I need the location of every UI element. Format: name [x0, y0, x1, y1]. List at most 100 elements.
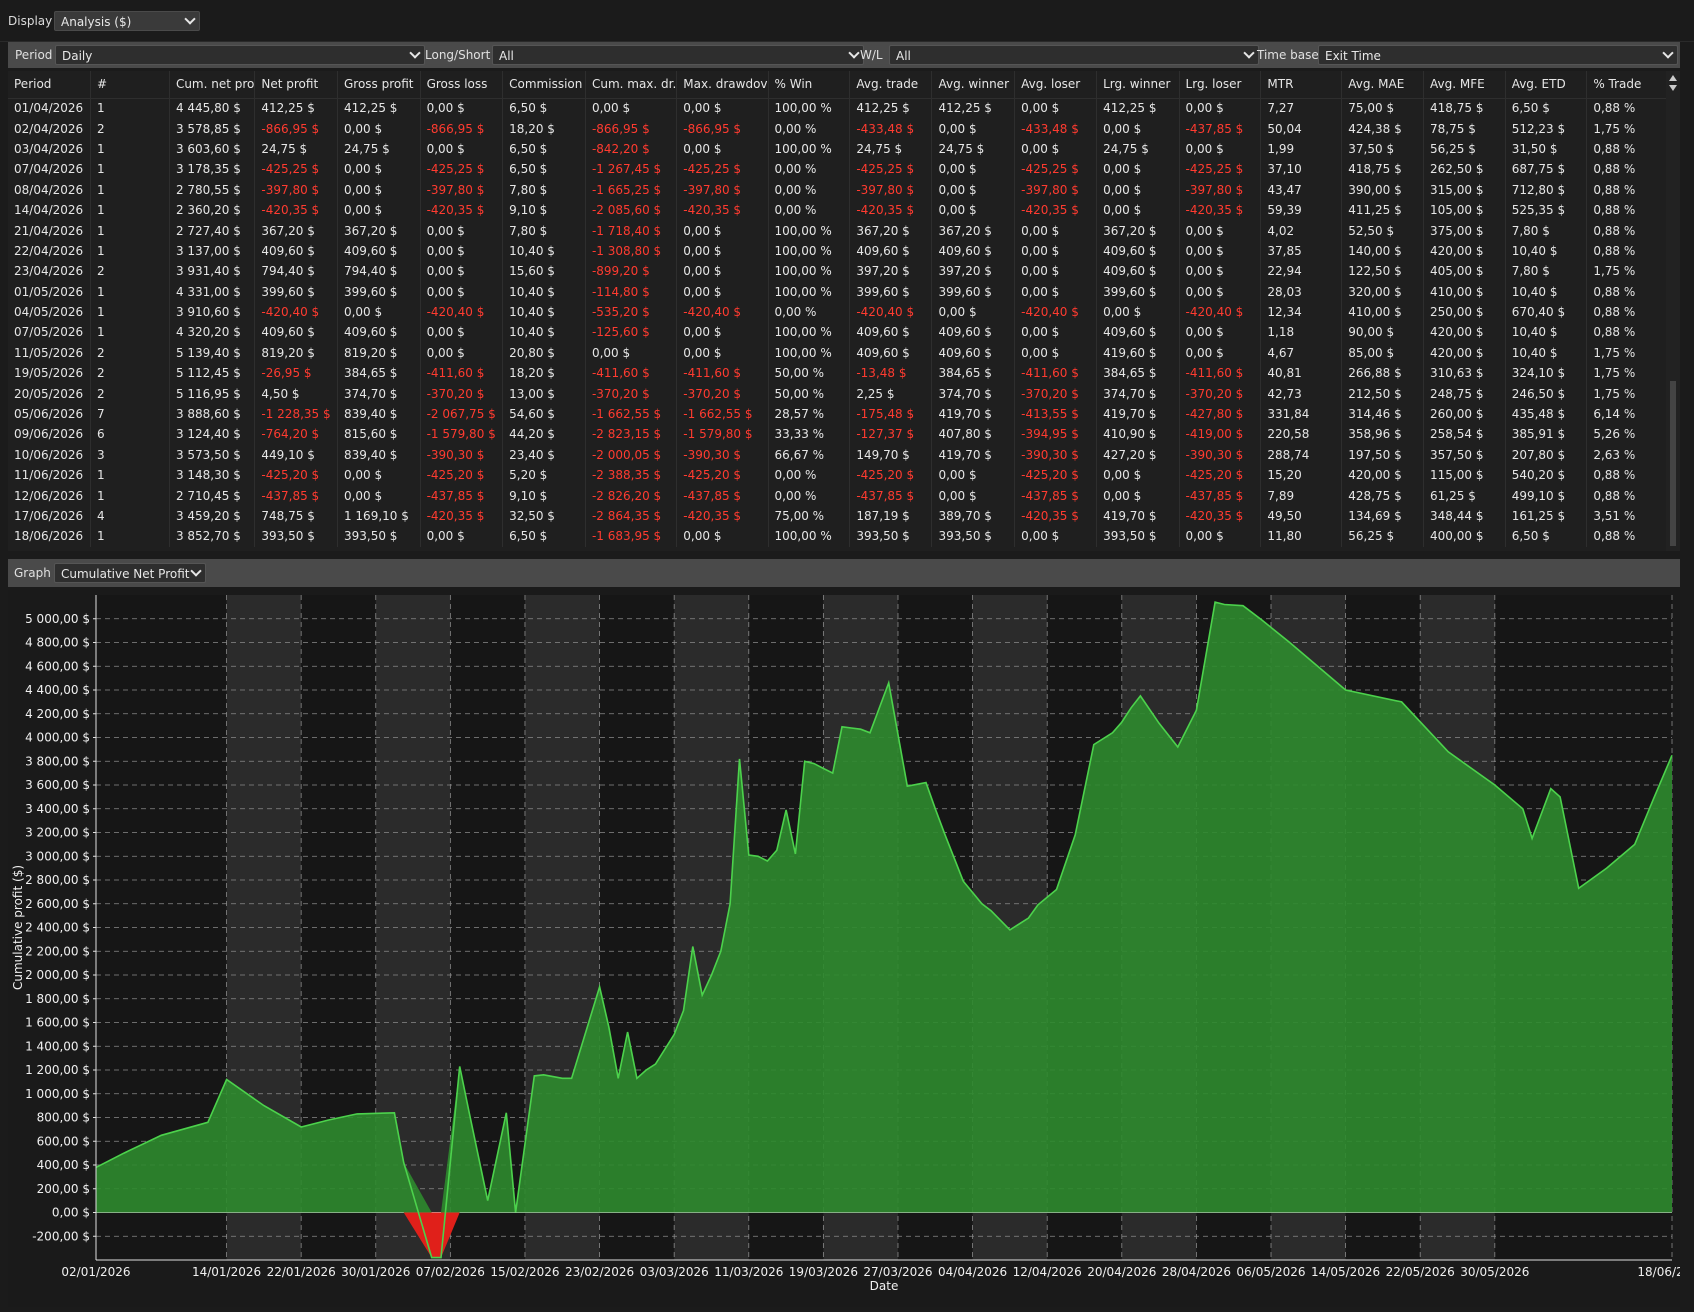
y-tick-label: 2 000,00 $ [25, 968, 90, 982]
table-row[interactable]: 09/06/2026 6 3 124,40 $ -764,20 $815,60 $ -1… [8, 424, 1680, 445]
table-cell: -420,35 $ [1179, 199, 1262, 221]
table-cell: 08/04/2026 [8, 179, 92, 200]
column-header[interactable]: Cum. net pro [169, 71, 256, 99]
x-tick-label: 15/02/2026 [490, 1265, 559, 1279]
table-cell: 105,00 $ [1423, 199, 1506, 221]
table-cell: 59,39 [1260, 199, 1343, 221]
table-cell: -370,20 $ [420, 383, 504, 404]
column-header[interactable]: Cum. max. dr. [585, 71, 678, 99]
column-header[interactable]: Max. drawdov [676, 71, 769, 99]
wl-select[interactable]: All [889, 45, 1259, 65]
table-cell: 10,40 $ [502, 301, 586, 323]
table-row[interactable]: 05/06/2026 7 3 888,60 $ -1 228,35 $839,40 $… [8, 403, 1680, 425]
column-header[interactable]: # [90, 71, 170, 99]
table-cell: 7,80 $ [1505, 261, 1588, 282]
table-cell: 314,46 $ [1341, 403, 1425, 425]
period-select[interactable]: Daily [55, 45, 425, 65]
timebase-select[interactable]: Exit Time [1318, 45, 1678, 65]
column-header[interactable]: Lrg. loser [1179, 71, 1262, 99]
table-cell: -411,60 $ [676, 363, 769, 384]
column-header[interactable]: % Win [768, 71, 851, 99]
table-row[interactable]: 02/04/2026 2 3 578,85 $ -866,95 $0,00 $ -866… [8, 118, 1680, 139]
table-row[interactable]: 10/06/2026 3 3 573,50 $449,10 $839,40 $ -39… [8, 444, 1680, 466]
scroll-up-icon[interactable] [1669, 75, 1677, 81]
table-cell: 0,00 $ [676, 261, 769, 282]
table-row[interactable]: 22/04/2026 1 3 137,00 $409,60 $409,60 $0,0… [8, 240, 1680, 262]
scroll-thumb[interactable] [1670, 381, 1676, 546]
table-cell: 6,50 $ [1505, 526, 1588, 547]
table-row[interactable]: 04/05/2026 1 3 910,60 $ -420,40 $0,00 $ -420… [8, 301, 1680, 323]
table-cell: 10,40 $ [502, 240, 586, 262]
table-row[interactable]: 21/04/2026 1 2 727,40 $367,20 $367,20 $0,0… [8, 220, 1680, 241]
table-row[interactable]: 01/04/2026 1 4 445,80 $412,25 $412,25 $0,0… [8, 98, 1680, 119]
table-cell: 115,00 $ [1423, 465, 1506, 486]
table-cell: -175,48 $ [849, 403, 933, 425]
table-scrollbar[interactable] [1666, 71, 1680, 551]
table-cell: 384,65 $ [337, 363, 421, 384]
column-header[interactable]: Avg. winner [931, 71, 1016, 99]
table-row[interactable]: 17/06/2026 4 3 459,20 $748,75 $1 169,10 $ -… [8, 505, 1680, 527]
table-row[interactable]: 11/05/2026 2 5 139,40 $819,20 $819,20 $0,0… [8, 342, 1680, 364]
table-row[interactable]: 18/06/2026 1 3 852,70 $393,50 $393,50 $0,0… [8, 526, 1680, 547]
table-cell: 0,00 $ [676, 220, 769, 241]
table-row[interactable]: 19/05/2026 2 5 112,45 $ -26,95 $384,65 $ -41… [8, 363, 1680, 384]
table-cell: 409,60 $ [849, 342, 933, 364]
column-header[interactable]: Net profit [254, 71, 338, 99]
table-cell: 0,00 $ [676, 281, 769, 302]
y-axis-title: Cumulative profit ($) [11, 865, 25, 990]
scroll-down-icon[interactable] [1669, 85, 1677, 91]
table-row[interactable]: 12/06/2026 1 2 710,45 $ -437,85 $0,00 $ -437… [8, 485, 1680, 506]
table-cell: 367,20 $ [931, 220, 1016, 241]
table-cell: 424,38 $ [1341, 118, 1425, 139]
table-cell: 49,50 [1260, 505, 1343, 527]
table-row[interactable]: 07/04/2026 1 3 178,35 $ -425,25 $0,00 $ -425… [8, 159, 1680, 180]
graph-select[interactable]: Cumulative Net Profit [54, 563, 206, 583]
table-row[interactable]: 14/04/2026 1 2 360,20 $ -420,35 $0,00 $ -420… [8, 199, 1680, 221]
table-cell: 56,25 $ [1341, 526, 1425, 547]
table-cell: -370,20 $ [1014, 383, 1098, 404]
column-header[interactable]: Gross profit [337, 71, 421, 99]
column-header[interactable]: MTR [1260, 71, 1343, 99]
table-cell: -425,20 $ [1179, 465, 1262, 486]
table-cell: -397,80 $ [849, 179, 933, 200]
table-cell: -437,85 $ [1014, 485, 1098, 506]
table-cell: 161,25 $ [1505, 505, 1588, 527]
column-header[interactable]: Gross loss [420, 71, 504, 99]
column-header[interactable]: Period [8, 71, 92, 99]
table-cell: 1 [90, 179, 170, 200]
table-cell: 15,20 [1260, 465, 1343, 486]
table-cell: 248,75 $ [1423, 383, 1506, 404]
table-row[interactable]: 08/04/2026 1 2 780,55 $ -397,80 $0,00 $ -397… [8, 179, 1680, 200]
table-cell: 3 931,40 $ [169, 261, 256, 282]
chevron-down-icon [1662, 47, 1674, 59]
table-cell: 393,50 $ [931, 526, 1016, 547]
column-header[interactable]: Avg. MFE [1423, 71, 1506, 99]
x-tick-label: 27/03/2026 [863, 1265, 932, 1279]
analysis-table[interactable]: Period # Cum. net pro Net profit Gross profi… [8, 71, 1680, 551]
table-cell: 3 124,40 $ [169, 424, 256, 445]
table-cell: 0,00 $ [420, 220, 504, 241]
table-cell: 44,20 $ [502, 424, 586, 445]
table-cell: -425,20 $ [254, 465, 338, 486]
table-row[interactable]: 23/04/2026 2 3 931,40 $794,40 $794,40 $0,0… [8, 261, 1680, 282]
table-cell: -397,80 $ [420, 179, 504, 200]
column-header[interactable]: Avg. trade [849, 71, 933, 99]
column-header[interactable]: Avg. loser [1014, 71, 1098, 99]
table-row[interactable]: 11/06/2026 1 3 148,30 $ -425,20 $0,00 $ -425… [8, 465, 1680, 486]
column-header[interactable]: Lrg. winner [1096, 71, 1180, 99]
table-row[interactable]: 01/05/2026 1 4 331,00 $399,60 $399,60 $0,0… [8, 281, 1680, 302]
table-cell: 3 137,00 $ [169, 240, 256, 262]
longshort-select[interactable]: All [492, 45, 864, 65]
table-cell: 420,00 $ [1423, 342, 1506, 364]
table-cell: 1 [90, 220, 170, 241]
column-header[interactable]: Commission [502, 71, 586, 99]
table-cell: -425,20 $ [849, 465, 933, 486]
column-header[interactable]: Avg. ETD [1505, 71, 1588, 99]
display-select[interactable]: Analysis ($) [54, 11, 200, 31]
column-header[interactable]: Avg. MAE [1341, 71, 1425, 99]
x-axis-title: Date [870, 1279, 899, 1293]
table-row[interactable]: 03/04/2026 1 3 603,60 $24,75 $24,75 $0,00 … [8, 138, 1680, 160]
y-tick-label: 1 200,00 $ [25, 1063, 90, 1077]
table-row[interactable]: 20/05/2026 2 5 116,95 $4,50 $374,70 $ -370,… [8, 383, 1680, 404]
table-row[interactable]: 07/05/2026 1 4 320,20 $409,60 $409,60 $0,0… [8, 322, 1680, 343]
